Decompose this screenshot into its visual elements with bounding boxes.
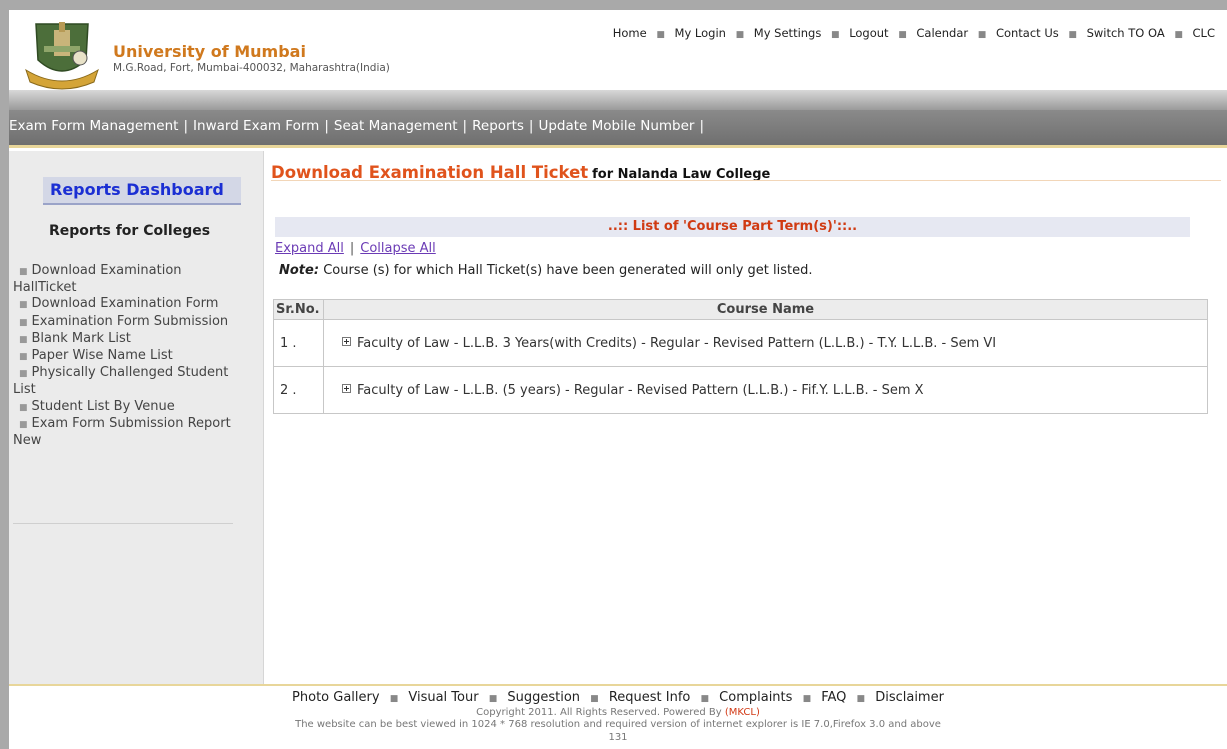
listing-note: Note: Course (s) for which Hall Ticket(s… (279, 263, 812, 278)
title-divider (271, 180, 1221, 181)
expand-collapse-links: Expand All | Collapse All (275, 241, 436, 256)
window-frame-top (0, 0, 1227, 10)
expand-plus-icon[interactable] (342, 336, 351, 346)
sidebar-item-physically-challenged[interactable]: ■ Physically Challenged Student List (13, 365, 238, 398)
bullet-separator: ■ (656, 30, 665, 40)
bullet-separator: ■ (898, 30, 907, 40)
main-content: Download Examination Hall Ticket for Nala… (265, 151, 1227, 684)
bullet-separator: ■ (590, 694, 599, 704)
bullet-separator: ■ (735, 30, 745, 40)
browser-note: The website can be best viewed in 1024 *… (295, 719, 941, 730)
footer-links: Photo Gallery ■ Visual Tour ■ Suggestion… (9, 690, 1227, 705)
nav-reports[interactable]: Reports (472, 118, 524, 134)
collapse-all-link[interactable]: Collapse All (360, 241, 436, 256)
top-links: Home ■ My Login ■ My Settings ■ Logout ■… (613, 26, 1215, 40)
sidebar: Reports Dashboard Reports for Colleges ■… (9, 151, 264, 684)
top-link-home[interactable]: Home (613, 26, 647, 40)
mkcl-link[interactable]: (MKCL) (725, 707, 760, 718)
bullet-separator: ■ (1174, 30, 1183, 40)
navbar-gradient-band (9, 90, 1227, 110)
top-link-calendar[interactable]: Calendar (916, 26, 968, 40)
footer-link-disclaimer[interactable]: Disclaimer (875, 690, 944, 705)
nav-update-mobile-number[interactable]: Update Mobile Number (538, 118, 694, 134)
row-course: Faculty of Law - L.L.B. (5 years) - Regu… (323, 366, 1208, 414)
site-footer: Photo Gallery ■ Visual Tour ■ Suggestion… (9, 684, 1227, 749)
nav-inward-exam-form[interactable]: Inward Exam Form (193, 118, 319, 134)
window-frame-left (0, 0, 9, 749)
table-row: 1 . Faculty of Law - L.L.B. 3 Years(with… (273, 319, 1208, 367)
top-link-contact-us[interactable]: Contact Us (996, 26, 1059, 40)
bullet-separator: ■ (977, 30, 987, 40)
column-header-srno: Sr.No. (273, 299, 324, 320)
footer-link-photo-gallery[interactable]: Photo Gallery (292, 690, 380, 705)
top-link-my-settings[interactable]: My Settings (754, 26, 822, 40)
sidebar-item-paper-wise-name-list[interactable]: ■ Paper Wise Name List (13, 348, 238, 365)
visitor-counter: 131 (608, 732, 628, 743)
footer-link-faq[interactable]: FAQ (821, 690, 846, 705)
footer-link-visual-tour[interactable]: Visual Tour (408, 690, 478, 705)
main-navbar: Exam Form Management | Inward Exam Form | Se… (9, 110, 1227, 148)
bullet-separator: ■ (856, 694, 866, 704)
bullet-separator: ■ (700, 694, 710, 704)
top-link-my-login[interactable]: My Login (675, 26, 726, 40)
top-link-switch-to-oa[interactable]: Switch TO OA (1087, 26, 1165, 40)
footer-link-complaints[interactable]: Complaints (719, 690, 792, 705)
table-row: 2 . Faculty of Law - L.L.B. (5 years) - … (273, 366, 1208, 414)
nav-seat-management[interactable]: Seat Management (334, 118, 458, 134)
university-address: M.G.Road, Fort, Mumbai-400032, Maharasht… (113, 62, 390, 74)
note-label: Note: (279, 263, 320, 278)
footer-link-request-info[interactable]: Request Info (609, 690, 691, 705)
column-header-course-name: Course Name (323, 299, 1208, 320)
top-link-logout[interactable]: Logout (849, 26, 888, 40)
site-header: University of Mumbai M.G.Road, Fort, Mum… (9, 10, 1227, 90)
sidebar-item-exam-form-submission-report[interactable]: ■ Exam Form Submission Report New (13, 416, 238, 449)
bullet-separator: ■ (389, 694, 399, 704)
sidebar-item-exam-form-submission[interactable]: ■ Examination Form Submission (13, 314, 238, 331)
nav-exam-form-management[interactable]: Exam Form Management (9, 118, 178, 134)
reports-for-colleges-heading: Reports for Colleges (49, 223, 211, 239)
sidebar-item-download-exam-form[interactable]: ■ Download Examination Form (13, 296, 238, 313)
footer-link-suggestion[interactable]: Suggestion (507, 690, 580, 705)
bullet-separator: ■ (488, 694, 498, 704)
bullet-separator: ■ (802, 694, 812, 704)
expand-plus-icon[interactable] (342, 383, 351, 393)
sidebar-item-blank-mark-list[interactable]: ■ Blank Mark List (13, 331, 238, 348)
copyright-text: Copyright 2011. All Rights Reserved. Pow… (476, 707, 760, 718)
bullet-separator: ■ (1068, 30, 1077, 40)
row-srno: 2 . (273, 366, 324, 414)
row-srno: 1 . (273, 319, 324, 367)
expand-all-link[interactable]: Expand All (275, 241, 344, 256)
course-list-header: ..:: List of 'Course Part Term(s)'::.. (275, 217, 1190, 237)
top-link-clc[interactable]: CLC (1193, 26, 1215, 40)
sidebar-item-student-list-by-venue[interactable]: ■ Student List By Venue (13, 399, 238, 416)
university-name: University of Mumbai (113, 42, 306, 61)
table-header-row: Sr.No. Course Name (273, 299, 1208, 320)
row-course: Faculty of Law - L.L.B. 3 Years(with Cre… (323, 319, 1208, 367)
bullet-separator: ■ (831, 30, 840, 40)
note-text: Course (s) for which Hall Ticket(s) have… (323, 263, 813, 278)
university-logo (25, 22, 99, 90)
sidebar-report-list: ■ Download Examination HallTicket ■ Downlo… (13, 263, 238, 449)
sidebar-divider (13, 523, 233, 524)
reports-dashboard-title[interactable]: Reports Dashboard (43, 177, 241, 205)
sidebar-item-download-hallticket[interactable]: ■ Download Examination HallTicket (13, 263, 238, 296)
course-table: Sr.No. Course Name 1 . Faculty of Law - … (273, 299, 1208, 414)
